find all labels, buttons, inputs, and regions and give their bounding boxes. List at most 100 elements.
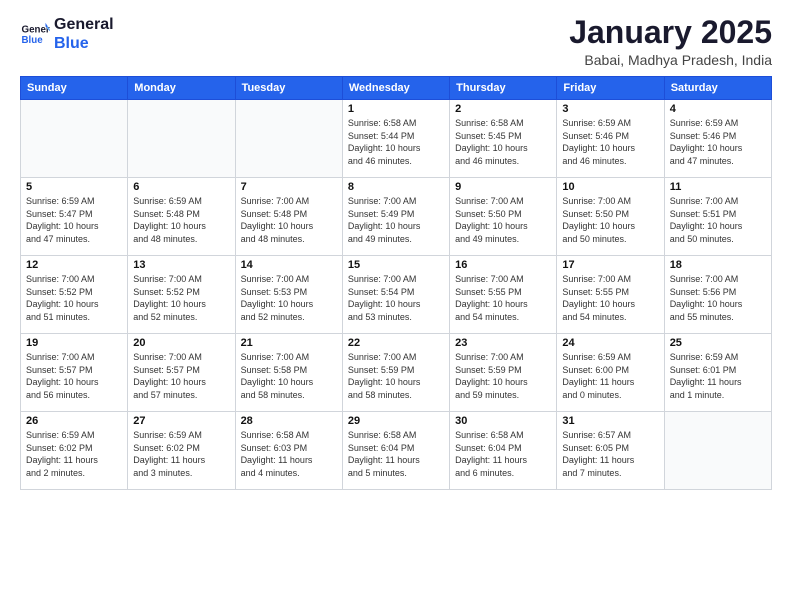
table-row: 29 Sunrise: 6:58 AM Sunset: 6:04 PM Dayli… xyxy=(342,412,449,490)
day-number: 29 xyxy=(348,415,444,427)
day-number: 20 xyxy=(133,337,229,349)
table-row: 15 Sunrise: 7:00 AM Sunset: 5:54 PM Dayli… xyxy=(342,256,449,334)
day-number: 27 xyxy=(133,415,229,427)
table-row: 9 Sunrise: 7:00 AM Sunset: 5:50 PM Daylig… xyxy=(450,178,557,256)
table-row: 2 Sunrise: 6:58 AM Sunset: 5:45 PM Daylig… xyxy=(450,100,557,178)
day-number: 10 xyxy=(562,181,658,193)
table-row: 3Sunrise: 6:59 AM Sunset: 5:46 PM Daylig… xyxy=(557,100,664,178)
day-number: 25 xyxy=(670,337,766,349)
day-number: 23 xyxy=(455,337,551,349)
day-info: Sunrise: 7:00 AM Sunset: 5:51 PM Dayligh… xyxy=(670,195,766,245)
calendar-week-5: 26 Sunrise: 6:59 AM Sunset: 6:02 PM Dayli… xyxy=(21,412,772,490)
table-row: 1 Sunrise: 6:58 AM Sunset: 5:44 PM Daylig… xyxy=(342,100,449,178)
day-info: Sunrise: 7:00 AM Sunset: 5:54 PM Dayligh… xyxy=(348,273,444,323)
table-row: 24 Sunrise: 6:59 AM Sunset: 6:00 PM Dayli… xyxy=(557,334,664,412)
day-info: Sunrise: 7:00 AM Sunset: 5:53 PM Dayligh… xyxy=(241,273,337,323)
day-number: 14 xyxy=(241,259,337,271)
table-row: 16 Sunrise: 7:00 AM Sunset: 5:55 PM Dayli… xyxy=(450,256,557,334)
table-row xyxy=(235,100,342,178)
col-tuesday: Tuesday xyxy=(235,77,342,100)
logo-blue: Blue xyxy=(54,35,89,52)
day-number: 13 xyxy=(133,259,229,271)
day-info: Sunrise: 6:58 AM Sunset: 5:45 PM Dayligh… xyxy=(455,117,551,167)
day-info: Sunrise: 7:00 AM Sunset: 5:55 PM Dayligh… xyxy=(562,273,658,323)
day-number: 16 xyxy=(455,259,551,271)
col-monday: Monday xyxy=(128,77,235,100)
day-number: 15 xyxy=(348,259,444,271)
day-number: 17 xyxy=(562,259,658,271)
day-info: Sunrise: 7:00 AM Sunset: 5:49 PM Dayligh… xyxy=(348,195,444,245)
title-block: January 2025 Babai, Madhya Pradesh, Indi… xyxy=(569,15,772,68)
day-number: 28 xyxy=(241,415,337,427)
day-info: Sunrise: 6:59 AM Sunset: 5:48 PM Dayligh… xyxy=(133,195,229,245)
day-number: 8 xyxy=(348,181,444,193)
day-info: Sunrise: 7:00 AM Sunset: 5:59 PM Dayligh… xyxy=(455,351,551,401)
day-number: 26 xyxy=(26,415,122,427)
col-thursday: Thursday xyxy=(450,77,557,100)
calendar-week-2: 5 Sunrise: 6:59 AM Sunset: 5:47 PM Daylig… xyxy=(21,178,772,256)
day-info: Sunrise: 7:00 AM Sunset: 5:50 PM Dayligh… xyxy=(455,195,551,245)
day-info: Sunrise: 6:59 AM Sunset: 6:02 PM Dayligh… xyxy=(133,429,229,479)
day-number: 9 xyxy=(455,181,551,193)
svg-text:Blue: Blue xyxy=(22,35,44,46)
table-row: 10 Sunrise: 7:00 AM Sunset: 5:50 PM Dayli… xyxy=(557,178,664,256)
table-row xyxy=(21,100,128,178)
day-info: Sunrise: 6:59 AM Sunset: 6:00 PM Dayligh… xyxy=(562,351,658,401)
day-number: 21 xyxy=(241,337,337,349)
table-row: 5 Sunrise: 6:59 AM Sunset: 5:47 PM Daylig… xyxy=(21,178,128,256)
header: General Blue General Blue January 2025 B… xyxy=(20,15,772,68)
day-info: Sunrise: 7:00 AM Sunset: 5:59 PM Dayligh… xyxy=(348,351,444,401)
day-info: Sunrise: 6:59 AM Sunset: 6:02 PM Dayligh… xyxy=(26,429,122,479)
col-wednesday: Wednesday xyxy=(342,77,449,100)
table-row: 21 Sunrise: 7:00 AM Sunset: 5:58 PM Dayli… xyxy=(235,334,342,412)
logo-general: General xyxy=(54,16,114,33)
table-row: 7Sunrise: 7:00 AM Sunset: 5:48 PM Daylig… xyxy=(235,178,342,256)
day-number: 1 xyxy=(348,103,444,115)
day-info: Sunrise: 6:58 AM Sunset: 6:04 PM Dayligh… xyxy=(348,429,444,479)
day-number: 19 xyxy=(26,337,122,349)
table-row: 23 Sunrise: 7:00 AM Sunset: 5:59 PM Dayli… xyxy=(450,334,557,412)
day-number: 6 xyxy=(133,181,229,193)
day-info: Sunrise: 7:00 AM Sunset: 5:55 PM Dayligh… xyxy=(455,273,551,323)
day-number: 4 xyxy=(670,103,766,115)
calendar-week-3: 12 Sunrise: 7:00 AM Sunset: 5:52 PM Dayli… xyxy=(21,256,772,334)
logo-icon: General Blue xyxy=(20,19,50,49)
table-row: 18 Sunrise: 7:00 AM Sunset: 5:56 PM Dayli… xyxy=(664,256,771,334)
day-info: Sunrise: 7:00 AM Sunset: 5:52 PM Dayligh… xyxy=(26,273,122,323)
table-row: 20Sunrise: 7:00 AM Sunset: 5:57 PM Dayli… xyxy=(128,334,235,412)
day-number: 5 xyxy=(26,181,122,193)
day-number: 18 xyxy=(670,259,766,271)
calendar: Sunday Monday Tuesday Wednesday Thursday… xyxy=(20,76,772,490)
table-row: 27 Sunrise: 6:59 AM Sunset: 6:02 PM Dayli… xyxy=(128,412,235,490)
day-number: 7 xyxy=(241,181,337,193)
day-info: Sunrise: 6:59 AM Sunset: 5:47 PM Dayligh… xyxy=(26,195,122,245)
col-sunday: Sunday xyxy=(21,77,128,100)
day-info: Sunrise: 7:00 AM Sunset: 5:58 PM Dayligh… xyxy=(241,351,337,401)
day-number: 24 xyxy=(562,337,658,349)
day-info: Sunrise: 7:00 AM Sunset: 5:52 PM Dayligh… xyxy=(133,273,229,323)
calendar-week-1: 1 Sunrise: 6:58 AM Sunset: 5:44 PM Daylig… xyxy=(21,100,772,178)
table-row: 30Sunrise: 6:58 AM Sunset: 6:04 PM Dayli… xyxy=(450,412,557,490)
logo: General Blue General Blue xyxy=(20,15,114,53)
table-row: 31 Sunrise: 6:57 AM Sunset: 6:05 PM Dayli… xyxy=(557,412,664,490)
col-saturday: Saturday xyxy=(664,77,771,100)
day-number: 12 xyxy=(26,259,122,271)
day-number: 11 xyxy=(670,181,766,193)
day-info: Sunrise: 6:57 AM Sunset: 6:05 PM Dayligh… xyxy=(562,429,658,479)
table-row: 26 Sunrise: 6:59 AM Sunset: 6:02 PM Dayli… xyxy=(21,412,128,490)
table-row: 11 Sunrise: 7:00 AM Sunset: 5:51 PM Dayli… xyxy=(664,178,771,256)
day-number: 22 xyxy=(348,337,444,349)
calendar-week-4: 19Sunrise: 7:00 AM Sunset: 5:57 PM Dayli… xyxy=(21,334,772,412)
day-info: Sunrise: 6:58 AM Sunset: 6:04 PM Dayligh… xyxy=(455,429,551,479)
location: Babai, Madhya Pradesh, India xyxy=(569,52,772,68)
col-friday: Friday xyxy=(557,77,664,100)
table-row: 25Sunrise: 6:59 AM Sunset: 6:01 PM Dayli… xyxy=(664,334,771,412)
day-info: Sunrise: 6:59 AM Sunset: 5:46 PM Dayligh… xyxy=(562,117,658,167)
day-info: Sunrise: 7:00 AM Sunset: 5:50 PM Dayligh… xyxy=(562,195,658,245)
day-number: 31 xyxy=(562,415,658,427)
day-info: Sunrise: 6:58 AM Sunset: 5:44 PM Dayligh… xyxy=(348,117,444,167)
calendar-header-row: Sunday Monday Tuesday Wednesday Thursday… xyxy=(21,77,772,100)
day-number: 2 xyxy=(455,103,551,115)
month-title: January 2025 xyxy=(569,15,772,50)
day-info: Sunrise: 7:00 AM Sunset: 5:56 PM Dayligh… xyxy=(670,273,766,323)
